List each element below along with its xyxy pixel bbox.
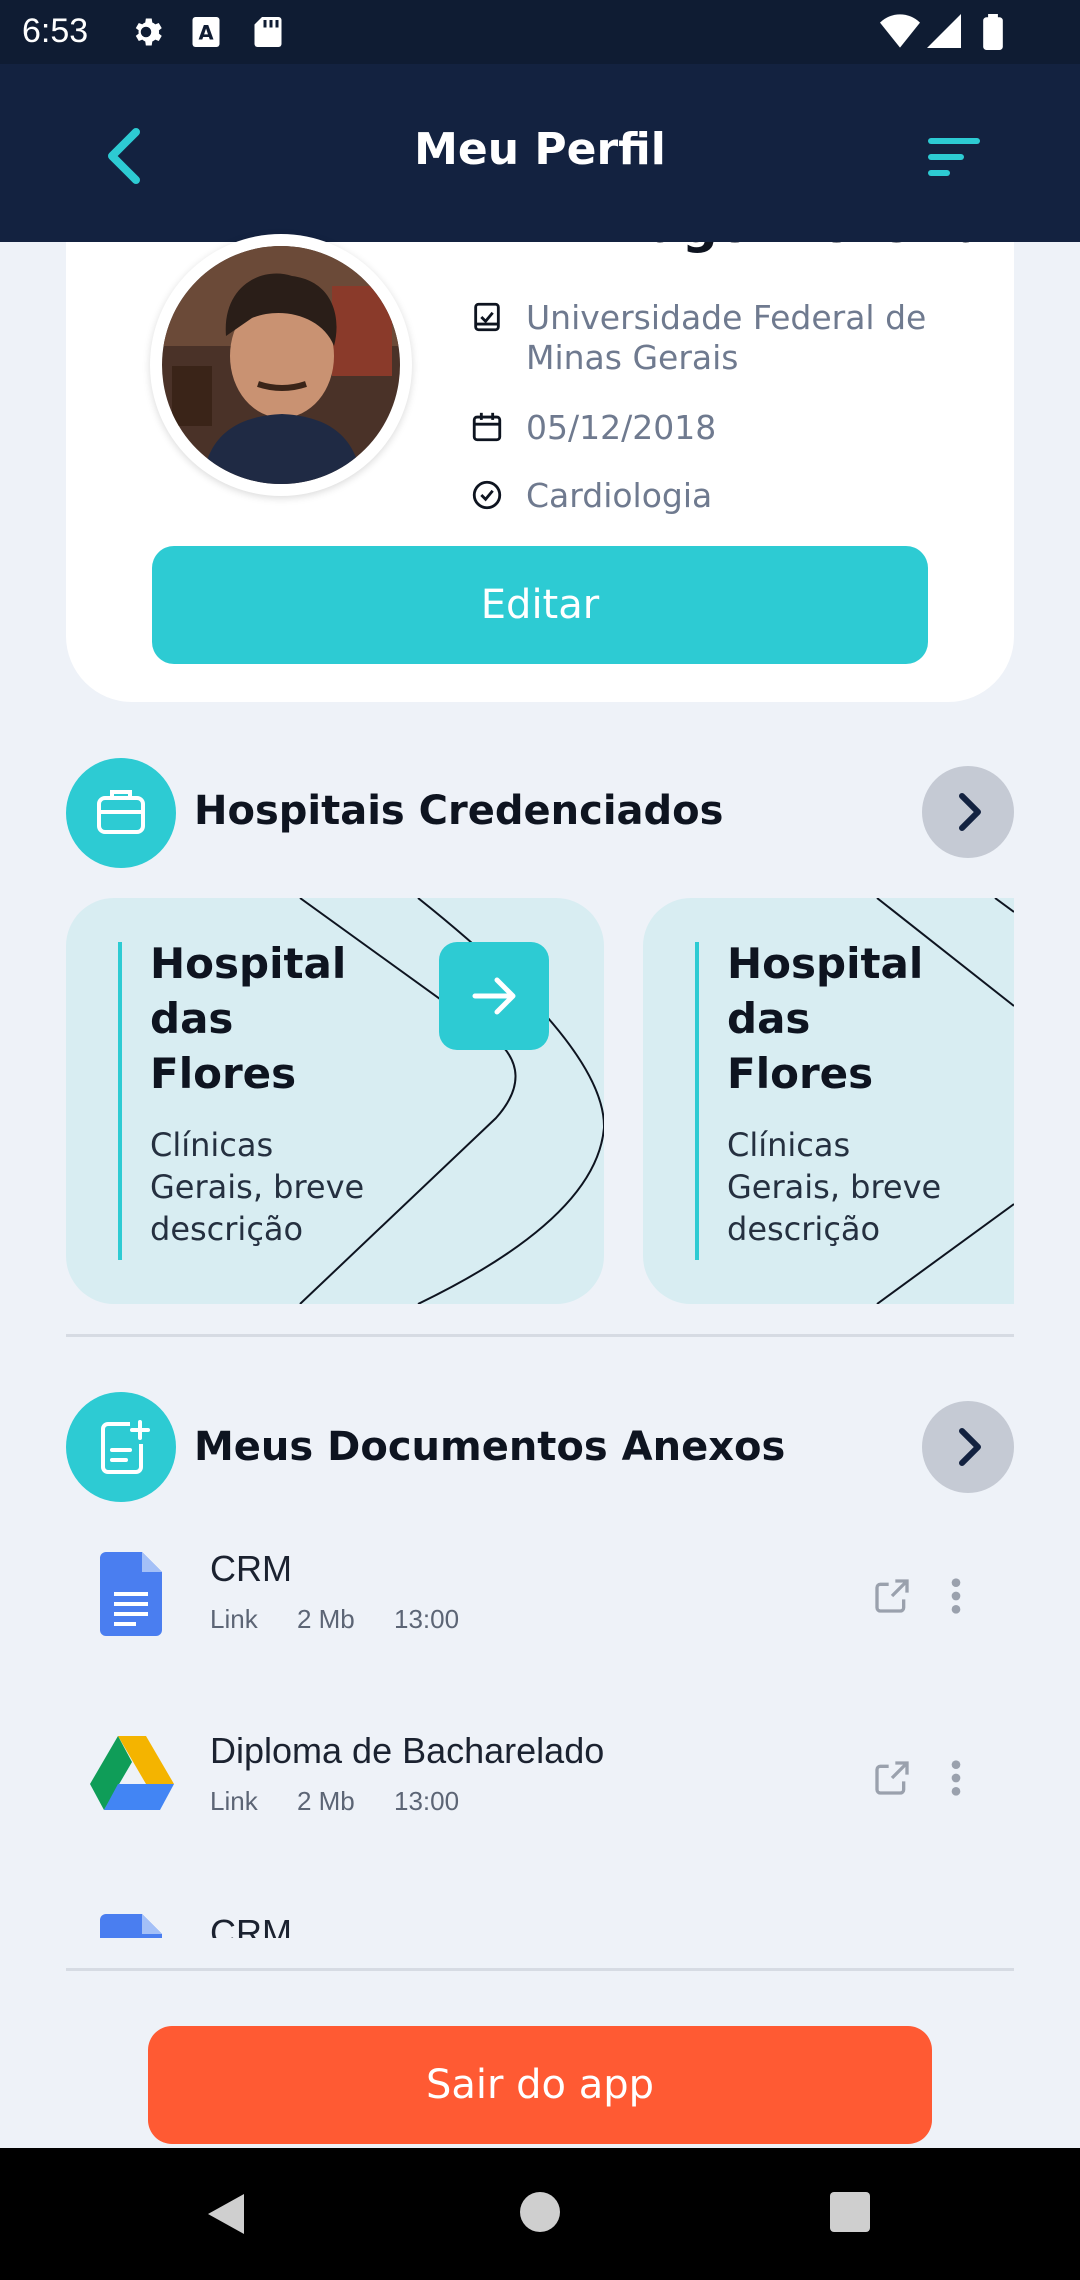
date-text: 05/12/2018 xyxy=(526,408,717,447)
google-docs-icon xyxy=(100,1552,162,1636)
hospitals-section-title: Hospitais Credenciados xyxy=(194,788,724,834)
open-external-icon[interactable] xyxy=(872,1758,912,1798)
document-item[interactable]: CRM Link 2 Mb 13:00 xyxy=(66,1530,1014,1660)
sd-card-icon xyxy=(254,17,282,47)
nav-home-icon[interactable] xyxy=(518,2190,562,2234)
font-icon: A xyxy=(192,17,220,47)
nav-recents-icon[interactable] xyxy=(828,2190,872,2234)
hospitals-more-button[interactable] xyxy=(922,766,1014,858)
edit-button[interactable]: Editar xyxy=(152,546,928,664)
document-item[interactable]: Diploma de Bacharelado Link 2 Mb 13:00 xyxy=(66,1712,1014,1842)
chevron-right-icon xyxy=(959,1428,981,1466)
university-text: Universidade Federal de Minas Gerais xyxy=(526,298,927,377)
hospital-card[interactable]: Hospital das Flores Clínicas Gerais, bre… xyxy=(643,898,1014,1304)
logout-button[interactable]: Sair do app xyxy=(148,2026,932,2144)
page-title-text: Meu Perfil xyxy=(414,124,666,175)
accent-bar xyxy=(118,942,122,1260)
system-navigation-bar xyxy=(0,2148,1080,2280)
signal-icon xyxy=(927,14,961,48)
open-hospital-button[interactable] xyxy=(439,942,549,1050)
specialty-text: Cardiologia xyxy=(526,476,713,515)
status-time: 6:53 xyxy=(22,12,89,50)
briefcase-icon xyxy=(66,758,176,868)
more-vertical-icon[interactable] xyxy=(950,1758,962,1798)
document-name: CRM xyxy=(210,1912,292,1938)
document-meta: Link 2 Mb 13:00 xyxy=(210,1786,491,1817)
certificate-icon xyxy=(474,302,500,332)
hospital-description: Clínicas Gerais, breve descrição xyxy=(150,1126,365,1248)
menu-icon[interactable] xyxy=(926,134,982,178)
document-type: Link xyxy=(210,1786,258,1816)
hospital-card[interactable]: Hospital das Flores Clínicas Gerais, bre… xyxy=(66,898,604,1304)
battery-icon xyxy=(983,14,1003,50)
document-time: 13:00 xyxy=(393,1604,460,1634)
chevron-right-icon xyxy=(959,793,981,831)
hospital-description: Clínicas Gerais, breve descrição xyxy=(727,1126,942,1248)
document-size: 2 Mb xyxy=(296,1786,355,1816)
documents-section-title: Meus Documentos Anexos xyxy=(194,1424,786,1470)
google-docs-icon xyxy=(100,1914,162,1938)
header-overlay: Meu Perfil xyxy=(0,64,1080,242)
check-circle-icon xyxy=(472,480,502,510)
section-divider xyxy=(66,1334,1014,1337)
nav-back-icon[interactable] xyxy=(204,2190,248,2238)
open-external-icon[interactable] xyxy=(872,1576,912,1616)
status-bar: 6:53 A xyxy=(0,0,1080,64)
more-vertical-icon[interactable] xyxy=(950,1576,962,1616)
document-item[interactable]: CRM xyxy=(66,1880,1014,1938)
avatar xyxy=(162,246,400,484)
documents-more-button[interactable] xyxy=(922,1401,1014,1493)
document-size: 2 Mb xyxy=(296,1604,355,1634)
accent-bar xyxy=(695,942,699,1260)
arrow-right-icon xyxy=(472,977,516,1015)
document-meta: Link 2 Mb 13:00 xyxy=(210,1604,491,1635)
settings-icon xyxy=(135,18,162,46)
document-time: 13:00 xyxy=(393,1786,460,1816)
document-name: CRM xyxy=(210,1548,292,1589)
document-type: Link xyxy=(210,1604,258,1634)
hospital-name: Hospital das Flores xyxy=(727,939,924,1098)
wifi-icon xyxy=(880,14,920,48)
svg-text:A: A xyxy=(198,22,213,45)
section-divider xyxy=(66,1968,1014,1971)
calendar-icon xyxy=(472,412,502,442)
document-add-icon xyxy=(66,1392,176,1502)
document-name: Diploma de Bacharelado xyxy=(210,1730,605,1771)
hospital-name: Hospital das Flores xyxy=(150,939,347,1098)
google-drive-icon xyxy=(90,1736,174,1810)
